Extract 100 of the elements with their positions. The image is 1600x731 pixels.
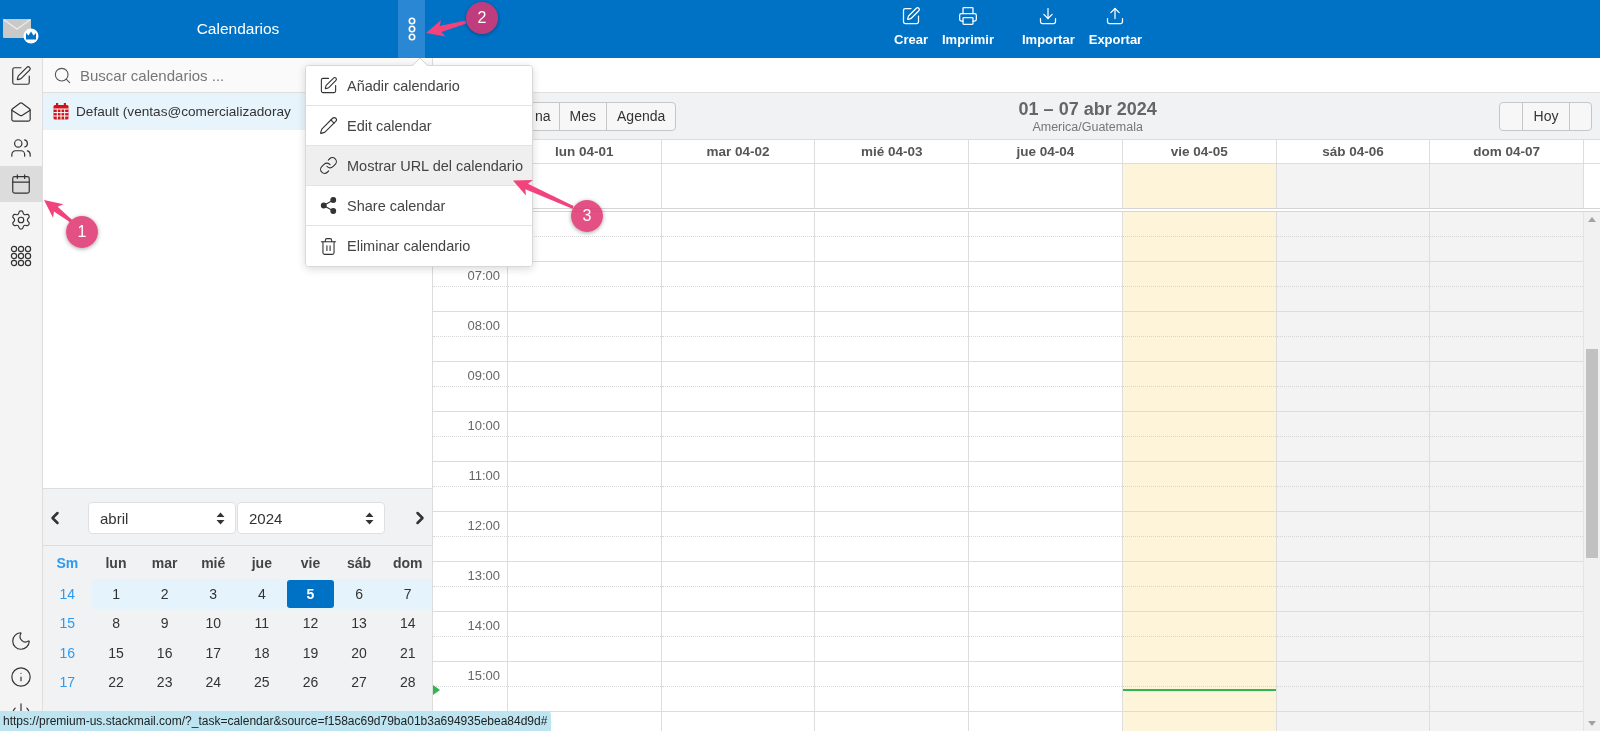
day-header: mar 04-02: [660, 140, 815, 163]
time-label: 12:00: [467, 518, 500, 533]
time-label: 09:00: [467, 368, 500, 383]
day-cell[interactable]: 11: [238, 609, 286, 637]
day-cell[interactable]: 20: [335, 639, 383, 667]
day-cell[interactable]: 26: [287, 668, 334, 696]
annotation-arrow: [426, 20, 467, 37]
menu-item[interactable]: Share calendar: [306, 186, 532, 226]
toolbar-button[interactable]: Imprimir: [936, 0, 999, 58]
menu-item[interactable]: Mostrar URL del calendario: [306, 146, 532, 186]
day-header: jue 04-04: [968, 140, 1122, 163]
day-cell[interactable]: 1: [92, 580, 140, 608]
day-header: dom 04-07: [1429, 140, 1583, 163]
scroll-down-icon: [1588, 721, 1596, 726]
day-cell[interactable]: 4: [238, 580, 286, 608]
time-label: 14:00: [467, 618, 500, 633]
annotation-arrow: [44, 200, 72, 223]
calendar-icon: [53, 103, 69, 120]
time-label: 13:00: [467, 568, 500, 583]
day-cell[interactable]: 19: [287, 639, 334, 667]
people-icon: [10, 137, 32, 159]
link-icon: [319, 156, 338, 175]
nav-button[interactable]: [0, 166, 42, 202]
week-number: 16: [59, 644, 76, 661]
weekday-label: dom: [392, 554, 423, 571]
day-header: sáb 04-06: [1275, 140, 1430, 163]
view-button[interactable]: Agenda: [606, 101, 677, 131]
apps-grid-icon: [10, 245, 32, 267]
time-label: 15:00: [467, 668, 500, 683]
pencil-square-icon: [901, 6, 921, 26]
weekday-label: jue: [251, 554, 272, 571]
year-select[interactable]: 2024: [237, 502, 385, 534]
pencil-square-icon: [10, 65, 32, 87]
day-cell[interactable]: 14: [384, 609, 431, 637]
day-cell[interactable]: 28: [384, 668, 431, 696]
upload-icon: [1105, 6, 1126, 26]
url-tooltip: https://premium-us.stackmail.com/?_task=calendar&source=f158ac69d79ba01b3a694935ebea84d9d#: [0, 711, 552, 731]
sort-arrows-icon: [365, 511, 374, 525]
day-cell[interactable]: 25: [238, 668, 286, 696]
timezone-label: America/Guatemala: [1032, 119, 1143, 134]
day-cell[interactable]: 5: [287, 580, 334, 608]
more-icon: [407, 17, 416, 41]
day-cell[interactable]: 10: [189, 609, 237, 637]
annotation-arrow: [513, 179, 574, 209]
day-cell[interactable]: 24: [189, 668, 237, 696]
today-button[interactable]: Hoy: [1522, 101, 1570, 131]
panel-title: Calendarios: [195, 20, 281, 38]
toolbar-button[interactable]: Crear: [889, 0, 933, 58]
scroll-up-icon: [1588, 217, 1596, 222]
weekday-label: lun: [105, 554, 127, 571]
weekday-label: sáb: [347, 554, 372, 571]
printer-icon: [957, 6, 978, 26]
date-range-title: 01 – 07 abr 2024: [1018, 98, 1157, 120]
scrollbar-thumb[interactable]: [1586, 349, 1598, 558]
day-cell[interactable]: 12: [287, 609, 334, 637]
trash-icon: [319, 236, 338, 256]
more-options-button[interactable]: [398, 0, 425, 58]
day-cell[interactable]: 3: [189, 580, 237, 608]
day-cell[interactable]: 27: [335, 668, 383, 696]
menu-item[interactable]: Añadir calendario: [306, 66, 532, 106]
share-icon: [319, 196, 338, 215]
menu-item[interactable]: Eliminar calendario: [306, 226, 532, 266]
day-cell[interactable]: 23: [141, 668, 188, 696]
week-column-label: Sm: [56, 554, 79, 571]
month-select[interactable]: abril: [88, 502, 236, 534]
time-label: 11:00: [468, 468, 500, 483]
time-label: 08:00: [467, 318, 500, 333]
day-cell[interactable]: 9: [141, 609, 188, 637]
day-cell[interactable]: 7: [384, 580, 431, 608]
weekday-label: mié: [201, 554, 226, 571]
day-cell[interactable]: 15: [92, 639, 140, 667]
week-number: 17: [59, 674, 76, 691]
weekday-label: mar: [151, 554, 178, 571]
toolbar-button[interactable]: Importar: [1017, 0, 1080, 58]
info-icon: [10, 666, 32, 688]
day-cell[interactable]: 17: [189, 639, 237, 667]
pencil-square-icon: [319, 76, 338, 95]
week-number: 14: [59, 585, 76, 602]
sort-arrows-icon: [216, 511, 225, 525]
download-icon: [1038, 6, 1059, 26]
power-icon: [10, 702, 32, 711]
week-number: 15: [59, 615, 76, 632]
settings-icon: [10, 209, 32, 231]
day-header: vie 04-05: [1121, 140, 1276, 163]
weekday-label: vie: [300, 554, 321, 571]
search-icon: [53, 65, 72, 85]
toolbar-button[interactable]: Exportar: [1083, 0, 1148, 58]
day-cell[interactable]: 2: [141, 580, 188, 608]
day-cell[interactable]: 8: [92, 609, 140, 637]
day-cell[interactable]: 16: [141, 639, 188, 667]
menu-item[interactable]: Edit calendar: [306, 106, 532, 146]
day-cell[interactable]: 22: [92, 668, 140, 696]
day-cell[interactable]: 21: [384, 639, 431, 667]
pencil-icon: [319, 116, 338, 135]
day-cell[interactable]: 13: [335, 609, 383, 637]
day-cell[interactable]: 6: [335, 580, 383, 608]
day-header: mié 04-03: [814, 140, 969, 163]
view-button[interactable]: Mes: [558, 101, 608, 131]
time-label: 10:00: [467, 418, 500, 433]
day-cell[interactable]: 18: [238, 639, 286, 667]
